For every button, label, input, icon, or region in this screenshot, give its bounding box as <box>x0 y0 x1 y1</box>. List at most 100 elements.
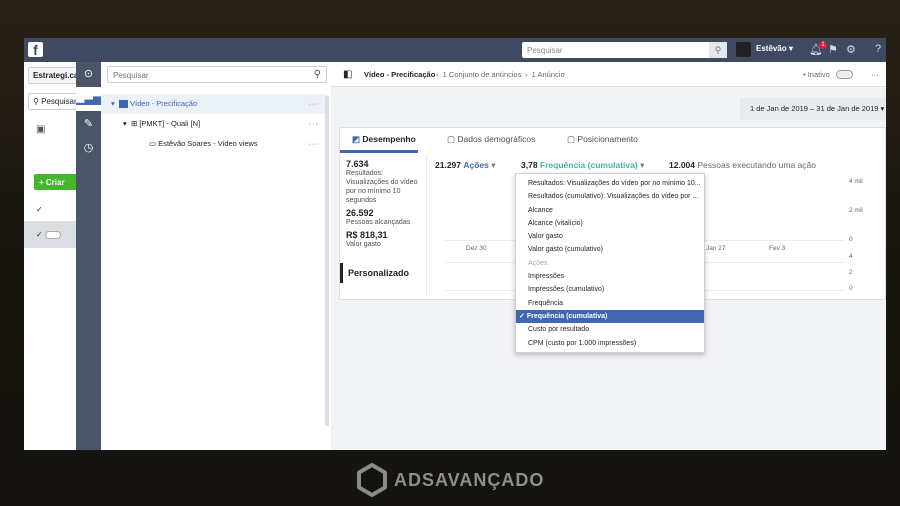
panel-toggle-icon[interactable]: ◧ <box>343 62 352 87</box>
dropdown-item[interactable]: CPM (custo por 1.000 impressões) <box>516 337 704 350</box>
row-toggle[interactable] <box>44 230 61 239</box>
dropdown-item[interactable]: Alcance <box>516 204 704 217</box>
dropdown-item[interactable]: Custo por resultado <box>516 323 704 336</box>
more-icon[interactable]: ··· <box>871 62 879 87</box>
breadcrumb-campaign[interactable]: Vídeo - Precificação <box>364 62 435 87</box>
more-icon[interactable]: ··· <box>309 134 320 154</box>
flag-icon[interactable]: ⚑ <box>828 43 838 56</box>
facebook-logo-icon[interactable]: f <box>28 42 43 58</box>
dropdown-item[interactable]: Impressões (cumulativo) <box>516 283 704 296</box>
dropdown-item-label: Valor gasto (cumulativo) <box>528 246 603 254</box>
metric-value: 3,78 <box>521 160 538 170</box>
breadcrumb: ◧ Vídeo - Precificação › 1 Conjunto de a… <box>331 62 886 87</box>
results-label: Resultados: Visualizações do vídeo por n… <box>346 170 418 204</box>
gear-icon[interactable]: ⚙ <box>846 43 856 56</box>
metric-selector[interactable]: Ações <box>463 160 489 170</box>
create-button[interactable]: + Criar <box>34 174 79 190</box>
breadcrumb-ads[interactable]: 1 Anúncio <box>532 70 565 79</box>
dropdown-item[interactable]: Frequência <box>516 297 704 310</box>
metric-people: 12.004 Pessoas executando uma ação <box>669 160 816 170</box>
row-checkbox[interactable]: ✓ <box>24 222 76 248</box>
metric-value: 21.297 <box>435 160 461 170</box>
reach-label: Pessoas alcançadas <box>346 219 411 226</box>
dropdown-item-label: Frequência (cumulativa) <box>526 312 608 320</box>
custom-tab[interactable]: Personalizado <box>340 263 420 283</box>
tab-label: Dados demográficos <box>457 134 536 144</box>
tab-label: Desempenho <box>362 134 416 144</box>
summary-column: 7.634 Resultados: Visualizações do vídeo… <box>346 160 426 249</box>
status-label: Inativo <box>807 70 830 79</box>
x-tick: Dez 30 <box>466 245 487 252</box>
tree-item-label: [PMKT] - Quali [N] <box>139 119 201 128</box>
search-placeholder: Pesquisar <box>527 46 563 55</box>
global-search-input[interactable]: Pesquisar ⚲ <box>522 42 727 58</box>
date-range-label: 1 de Jan de 2019 – 31 de Jan de 2019 <box>750 104 879 113</box>
dropdown-item[interactable]: Resultados (cumulativo): Visualizações d… <box>516 190 704 203</box>
user-menu[interactable]: Estêvão ▾ <box>756 44 793 53</box>
brand-logo: ADSAVANÇADO <box>356 463 556 497</box>
dropdown-item[interactable]: Resultados: Visualizações do vídeo por n… <box>516 177 704 190</box>
y-tick: 0 <box>849 285 853 292</box>
metric-frequency[interactable]: 3,78 Frequência (cumulativa) ▾ <box>521 160 644 171</box>
pencil-icon[interactable]: ✎ <box>76 112 101 136</box>
brand-name: ADSAVANÇADO <box>394 470 545 490</box>
dropdown-item[interactable]: Impressões <box>516 270 704 283</box>
tree-item-ad[interactable]: ▭ Estêvão Soares - Video views ··· <box>101 134 327 154</box>
dropdown-item-label: Resultados: Visualizações do vídeo por n… <box>528 180 701 187</box>
dropdown-item[interactable]: ✓ Frequência (cumulativa) <box>516 309 704 324</box>
clock-icon[interactable]: ◷ <box>76 136 101 160</box>
chart-icon[interactable]: ▁▃▅ <box>76 87 102 111</box>
app-window: f Pesquisar ⚲ Estêvão ▾ 🔔︎ 1 ⚑ ⚙ ? Estrat… <box>24 38 886 450</box>
y-tick: 0 <box>849 236 853 243</box>
tree-item-campaign[interactable]: ▾ Vídeo - Precificação ··· <box>101 94 327 114</box>
metric-label: Pessoas executando uma ação <box>697 160 816 170</box>
dropdown-item-label: CPM (custo por 1.000 impressões) <box>528 339 637 347</box>
breadcrumb-adsets[interactable]: 1 Conjunto de anúncios <box>443 70 522 79</box>
tab-demograficos[interactable]: ▢ Dados demográficos <box>447 128 535 153</box>
hexagon-logo-icon <box>357 463 387 497</box>
campaign-view-icon[interactable]: ▣ <box>36 124 45 135</box>
spent-value: R$ 818,31 <box>346 230 388 240</box>
date-range-picker[interactable]: 1 de Jan de 2019 – 31 de Jan de 2019 ▾ <box>740 98 886 120</box>
y-tick: 4 mil <box>849 178 863 185</box>
search-icon: ⚲ <box>313 69 321 80</box>
dropdown-item[interactable]: Alcance (vitalício) <box>516 217 704 230</box>
dropdown-item-label: Frequência <box>528 299 564 307</box>
y-tick: 2 mil <box>849 207 863 214</box>
dropdown-item[interactable]: Valor gasto (cumulativo) <box>516 243 704 256</box>
tree-search-input[interactable]: Pesquisar ⚲ <box>107 66 327 83</box>
left-panel: Estrategi.ca ⚲ Pesquisar ▣ + Criar ✓ ✓ <box>24 62 88 450</box>
left-search-label: Pesquisar <box>41 97 77 106</box>
tab-posicionamento[interactable]: ▢ Posicionamento <box>567 128 638 153</box>
select-all-checkbox[interactable]: ✓ <box>24 197 76 222</box>
reach-value: 26.592 <box>346 208 374 218</box>
dropdown-item-label: Alcance (vitalício) <box>528 219 583 227</box>
search-icon[interactable]: ⚲ <box>709 42 727 58</box>
x-tick: Fev 3 <box>769 245 786 252</box>
divider <box>426 156 427 296</box>
top-bar: f Pesquisar ⚲ Estêvão ▾ 🔔︎ 1 ⚑ ⚙ ? <box>24 38 886 62</box>
dropdown-item-label: Valor gasto <box>528 233 563 241</box>
collapse-icon[interactable]: ⊙ <box>76 62 101 86</box>
tab-desempenho[interactable]: ◩ Desempenho <box>340 128 418 153</box>
adset-icon: ⊞ <box>130 119 138 128</box>
chart-icon: ◩ <box>352 134 361 144</box>
tree-search-placeholder: Pesquisar <box>113 71 149 80</box>
user-name: Estêvão <box>756 44 787 53</box>
scrollbar[interactable] <box>325 96 329 426</box>
metric-actions[interactable]: 21.297 Ações ▾ <box>435 160 496 171</box>
avatar[interactable] <box>736 42 751 57</box>
tool-sidebar: ⊙ ▁▃▅ ✎ ◷ <box>76 62 102 450</box>
dropdown-item-label: Alcance <box>528 206 553 214</box>
notification-badge: 1 <box>819 41 827 49</box>
dropdown-item[interactable]: Valor gasto <box>516 230 704 243</box>
y-tick: 2 <box>849 269 853 276</box>
more-icon[interactable]: ··· <box>309 114 320 134</box>
metric-selector[interactable]: Frequência (cumulativa) <box>540 160 638 170</box>
tree-item-adset[interactable]: ▾ ⊞ [PMKT] - Quali [N] ··· <box>101 114 327 134</box>
dropdown-item-label: Ações <box>528 259 548 267</box>
status-toggle[interactable] <box>836 70 853 79</box>
metric-dropdown-menu: Resultados: Visualizações do vídeo por n… <box>515 173 705 353</box>
more-icon[interactable]: ··· <box>309 94 320 114</box>
help-icon[interactable]: ? <box>875 43 881 55</box>
